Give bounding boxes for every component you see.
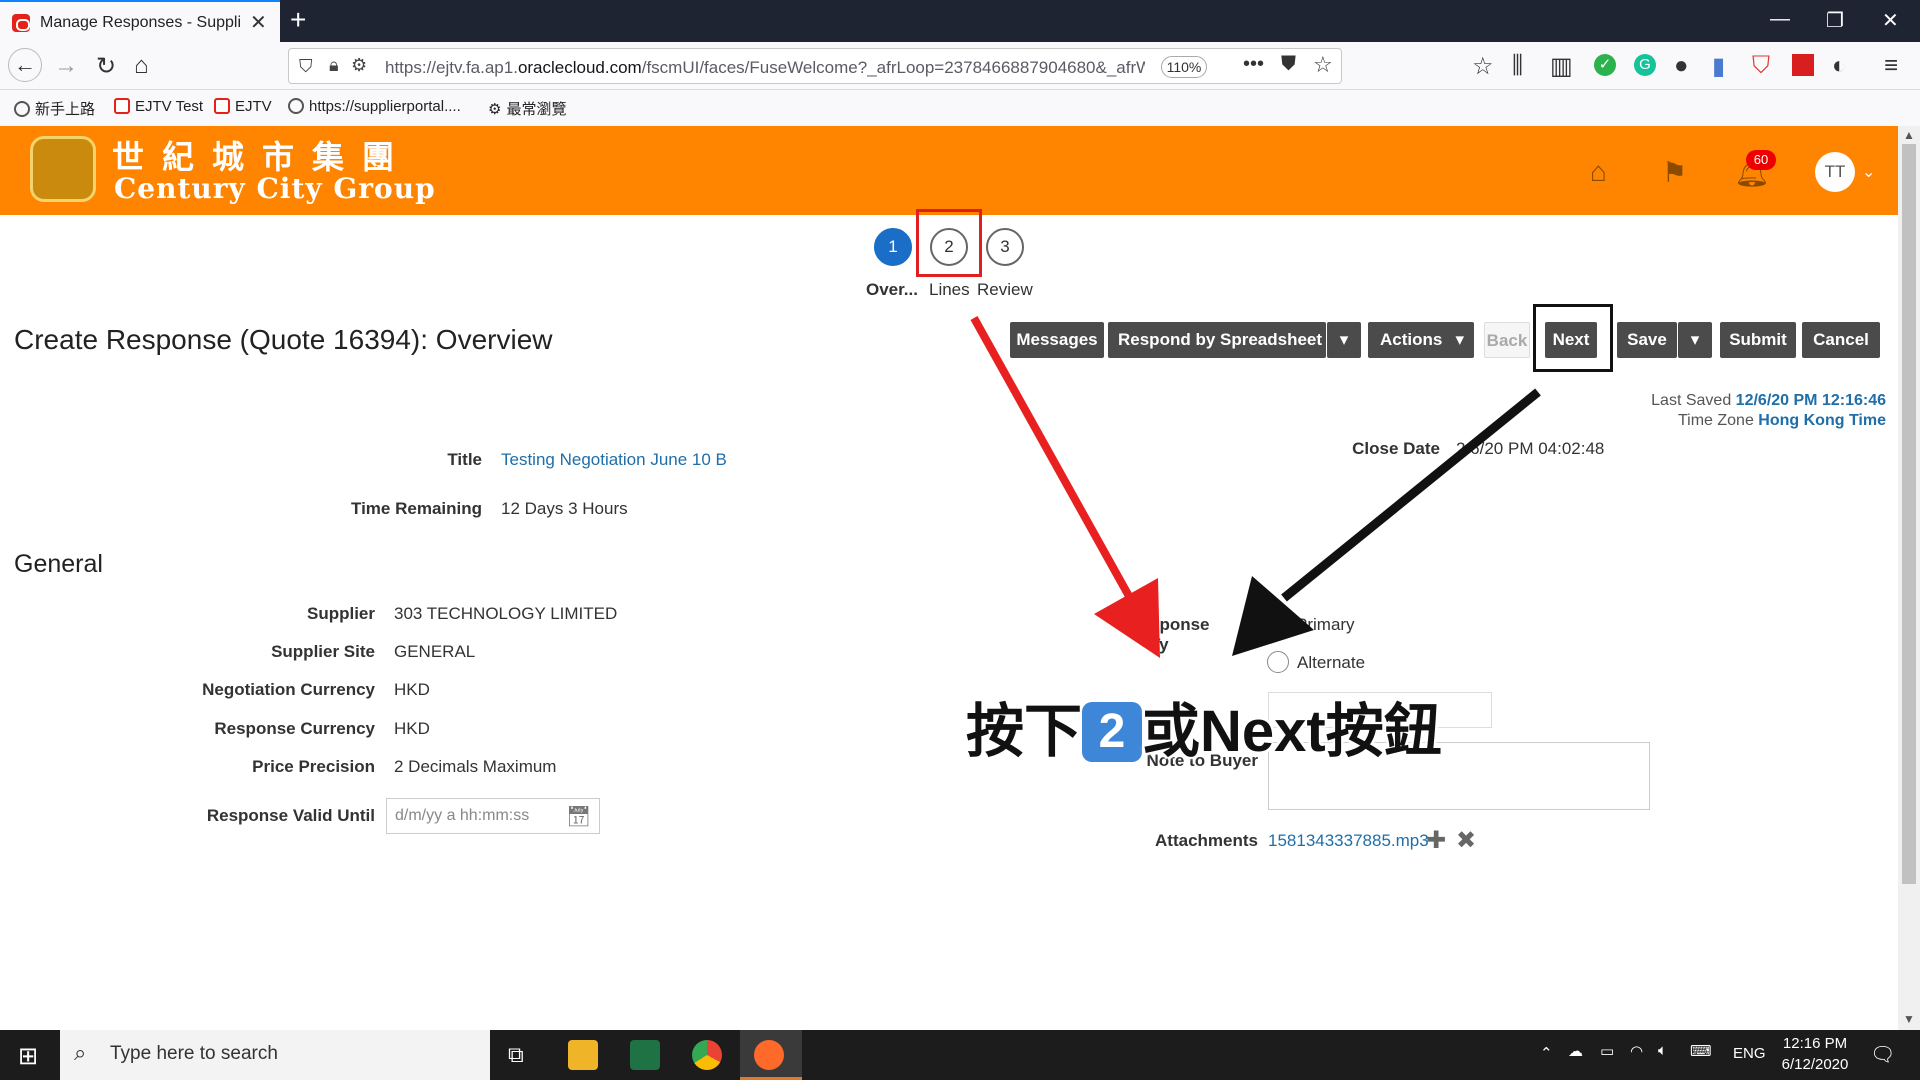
black-arrow-shaft <box>1281 388 1541 602</box>
red-arrow-shaft <box>970 316 1134 600</box>
taskbar-search-box[interactable]: ⌕ Type here to search <box>60 1030 490 1080</box>
number-two-badge: 2 <box>1082 702 1143 762</box>
clock-date[interactable]: 6/12/2020 <box>1774 1056 1856 1073</box>
search-icon: ⌕ <box>74 1040 87 1065</box>
windows-taskbar: ⊞ ⌕ Type here to search ⧉ ⌃ ☁ ▭ ◠ 🔈︎ ⌨ E… <box>0 1030 1920 1080</box>
volume-icon[interactable]: 🔈︎ <box>1658 1042 1667 1059</box>
battery-icon[interactable]: ▭ <box>1600 1042 1614 1060</box>
firefox-icon[interactable] <box>754 1040 784 1070</box>
annotation-arrows <box>970 316 1541 658</box>
onedrive-icon[interactable]: ☁ <box>1568 1042 1583 1060</box>
chrome-icon[interactable] <box>692 1040 722 1070</box>
clock-time[interactable]: 12:16 PM <box>1780 1035 1850 1052</box>
windows-start-icon[interactable]: ⊞ <box>18 1042 38 1071</box>
action-center-icon[interactable]: 🗨︎ <box>1870 1042 1895 1067</box>
task-view-icon[interactable]: ⧉ <box>508 1042 524 1068</box>
tray-chevron-up-icon[interactable]: ⌃ <box>1540 1044 1553 1062</box>
keyboard-icon[interactable]: ⌨ <box>1690 1042 1712 1060</box>
excel-icon[interactable] <box>630 1040 660 1070</box>
search-placeholder: Type here to search <box>110 1043 278 1064</box>
instruction-overlay: 按下 2 或Next按鈕 <box>966 699 1442 764</box>
file-explorer-icon[interactable] <box>568 1040 598 1070</box>
wifi-icon[interactable]: ◠ <box>1630 1042 1643 1060</box>
language-indicator[interactable]: ENG <box>1733 1045 1766 1062</box>
